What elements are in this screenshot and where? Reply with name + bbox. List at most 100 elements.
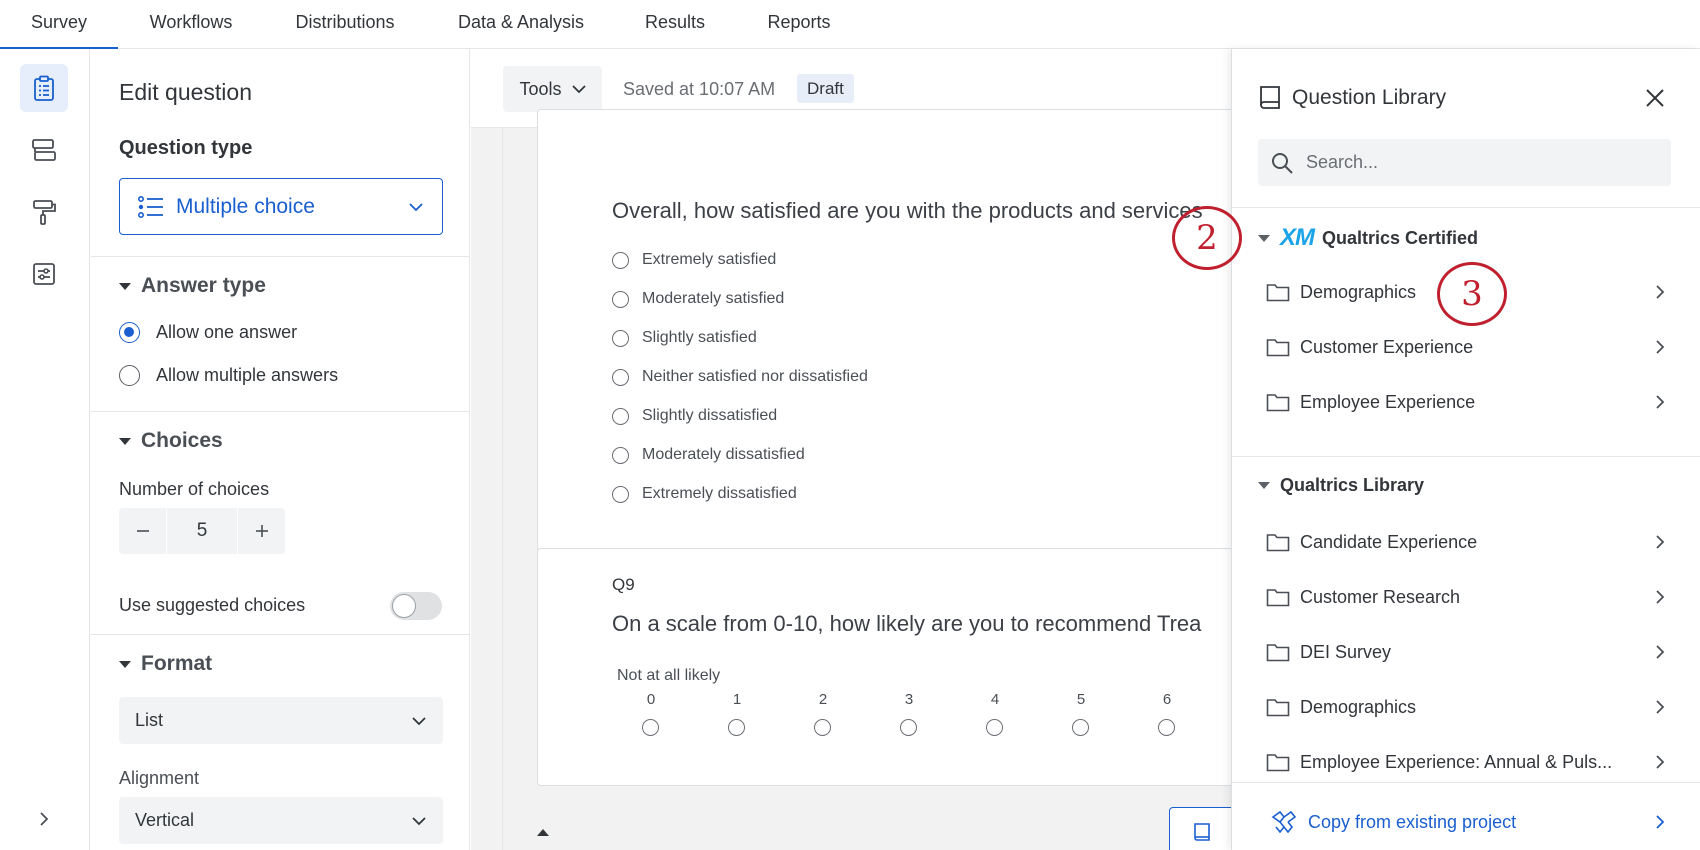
tool-rail <box>0 49 90 850</box>
qualtrics-library-toggle[interactable]: Qualtrics Library <box>1258 475 1424 496</box>
question-type-value: Multiple choice <box>176 194 315 218</box>
search-input[interactable] <box>1306 152 1646 173</box>
expand-rail-button[interactable] <box>36 811 52 832</box>
choice-item[interactable]: Slightly satisfied <box>612 329 757 347</box>
scale-number: 4 <box>990 691 1000 708</box>
edit-question-panel: Edit question Question type Multiple cho… <box>91 49 470 850</box>
question-card[interactable]: Q9 On a scale from 0-10, how likely are … <box>537 548 1231 786</box>
choice-label: Moderately dissatisfied <box>642 446 805 463</box>
question-type-dropdown[interactable]: Multiple choice <box>119 178 443 235</box>
question-text[interactable]: Overall, how satisfied are you with the … <box>612 198 1203 224</box>
scale-radio[interactable] <box>814 719 831 736</box>
format-dropdown[interactable]: List <box>119 697 443 744</box>
choices-heading: Choices <box>141 429 223 452</box>
scale-radio[interactable] <box>1158 719 1175 736</box>
paint-roller-icon <box>33 200 56 225</box>
divider <box>91 411 469 412</box>
survey-options-button[interactable] <box>20 250 68 298</box>
suggested-choices-toggle[interactable] <box>390 592 442 620</box>
survey-builder-button[interactable] <box>20 64 68 112</box>
caret-down-icon <box>119 437 131 445</box>
folder-dei-survey[interactable]: DEI Survey <box>1266 632 1666 672</box>
decrement-button[interactable] <box>119 508 166 554</box>
question-text[interactable]: On a scale from 0-10, how likely are you… <box>612 611 1201 637</box>
folder-candidate-experience[interactable]: Candidate Experience <box>1266 522 1666 562</box>
radio-unselected[interactable] <box>612 329 629 347</box>
radio-unselected[interactable] <box>612 446 629 464</box>
scale-radio[interactable] <box>986 719 1003 736</box>
tab-results[interactable]: Results <box>632 0 718 49</box>
scale-radio[interactable] <box>642 719 659 736</box>
survey-flow-button[interactable] <box>20 126 68 174</box>
choice-label: Slightly dissatisfied <box>642 407 778 424</box>
tab-distributions[interactable]: Distributions <box>280 0 410 49</box>
choice-item[interactable]: Slightly dissatisfied <box>612 407 777 425</box>
xm-logo: XM <box>1280 224 1315 251</box>
radio-unselected[interactable] <box>612 251 629 269</box>
folder-customer-research[interactable]: Customer Research <box>1266 577 1666 617</box>
choice-item[interactable]: Extremely satisfied <box>612 251 776 269</box>
copy-from-existing-project-button[interactable]: Copy from existing project <box>1270 802 1666 842</box>
divider <box>1232 207 1700 208</box>
tab-data-analysis[interactable]: Data & Analysis <box>448 0 594 49</box>
choice-label: Extremely dissatisfied <box>642 485 797 502</box>
choices-count-value[interactable]: 5 <box>166 508 238 554</box>
radio-unselected[interactable] <box>612 290 629 308</box>
tools-button[interactable]: Tools <box>503 66 602 112</box>
increment-button[interactable] <box>238 508 285 554</box>
radio-unselected[interactable] <box>612 485 629 503</box>
minus-icon <box>136 530 149 532</box>
alignment-value: Vertical <box>135 810 195 830</box>
allow-one-answer-option[interactable]: Allow one answer <box>119 322 297 343</box>
folder-employee-experience[interactable]: Employee Experience <box>1266 382 1666 422</box>
folder-icon <box>1266 284 1290 302</box>
folder-label: Customer Research <box>1300 586 1461 607</box>
radio-selected[interactable] <box>119 322 140 343</box>
question-card[interactable]: Overall, how satisfied are you with the … <box>537 109 1231 551</box>
tab-workflows[interactable]: Workflows <box>133 0 249 49</box>
list-icon <box>138 195 163 218</box>
close-icon <box>1646 89 1664 107</box>
radio-unselected[interactable] <box>612 368 629 386</box>
canvas-gutter <box>471 128 503 850</box>
folder-label: Demographics <box>1300 696 1417 717</box>
library-search <box>1258 139 1671 186</box>
chevron-right-icon <box>1656 285 1665 299</box>
search-icon <box>1272 152 1293 174</box>
choice-item[interactable]: Moderately dissatisfied <box>612 446 805 464</box>
tab-reports[interactable]: Reports <box>754 0 844 49</box>
format-heading: Format <box>141 652 213 675</box>
scale-radio[interactable] <box>1072 719 1089 736</box>
folder-icon <box>1266 394 1290 412</box>
divider <box>91 256 469 257</box>
alignment-dropdown[interactable]: Vertical <box>119 797 443 844</box>
collapse-block-button[interactable] <box>537 829 549 836</box>
radio-unselected[interactable] <box>119 365 140 386</box>
allow-multiple-answers-option[interactable]: Allow multiple answers <box>119 365 338 386</box>
chevron-right-icon <box>1656 755 1665 769</box>
scale-radio[interactable] <box>728 719 745 736</box>
tab-survey[interactable]: Survey <box>0 0 118 49</box>
chevron-down-icon <box>412 816 426 825</box>
answer-type-heading: Answer type <box>141 274 266 297</box>
choices-stepper: 5 <box>119 508 285 554</box>
answer-type-section-toggle[interactable]: Answer type <box>119 274 266 298</box>
choice-item[interactable]: Moderately satisfied <box>612 290 784 308</box>
choice-item[interactable]: Extremely dissatisfied <box>612 485 797 503</box>
look-and-feel-button[interactable] <box>20 188 68 236</box>
import-from-library-button[interactable] <box>1169 807 1231 850</box>
panel-title: Edit question <box>119 79 252 105</box>
folder-demographics-library[interactable]: Demographics <box>1266 687 1666 727</box>
survey-canvas: Tools Saved at 10:07 AM Draft Overall, h… <box>471 49 1231 850</box>
radio-unselected[interactable] <box>612 407 629 425</box>
close-library-button[interactable] <box>1642 85 1668 111</box>
choices-section-toggle[interactable]: Choices <box>119 429 223 453</box>
scale-radio[interactable] <box>900 719 917 736</box>
folder-employee-experience-annual[interactable]: Employee Experience: Annual & Puls... <box>1266 742 1666 782</box>
choice-item[interactable]: Neither satisfied nor dissatisfied <box>612 368 868 386</box>
library-heading: Qualtrics Library <box>1280 475 1425 495</box>
choice-label: Slightly satisfied <box>642 329 757 346</box>
folder-customer-experience[interactable]: Customer Experience <box>1266 327 1666 367</box>
qualtrics-certified-toggle[interactable]: XM Qualtrics Certified <box>1258 224 1478 252</box>
format-section-toggle[interactable]: Format <box>119 652 212 676</box>
